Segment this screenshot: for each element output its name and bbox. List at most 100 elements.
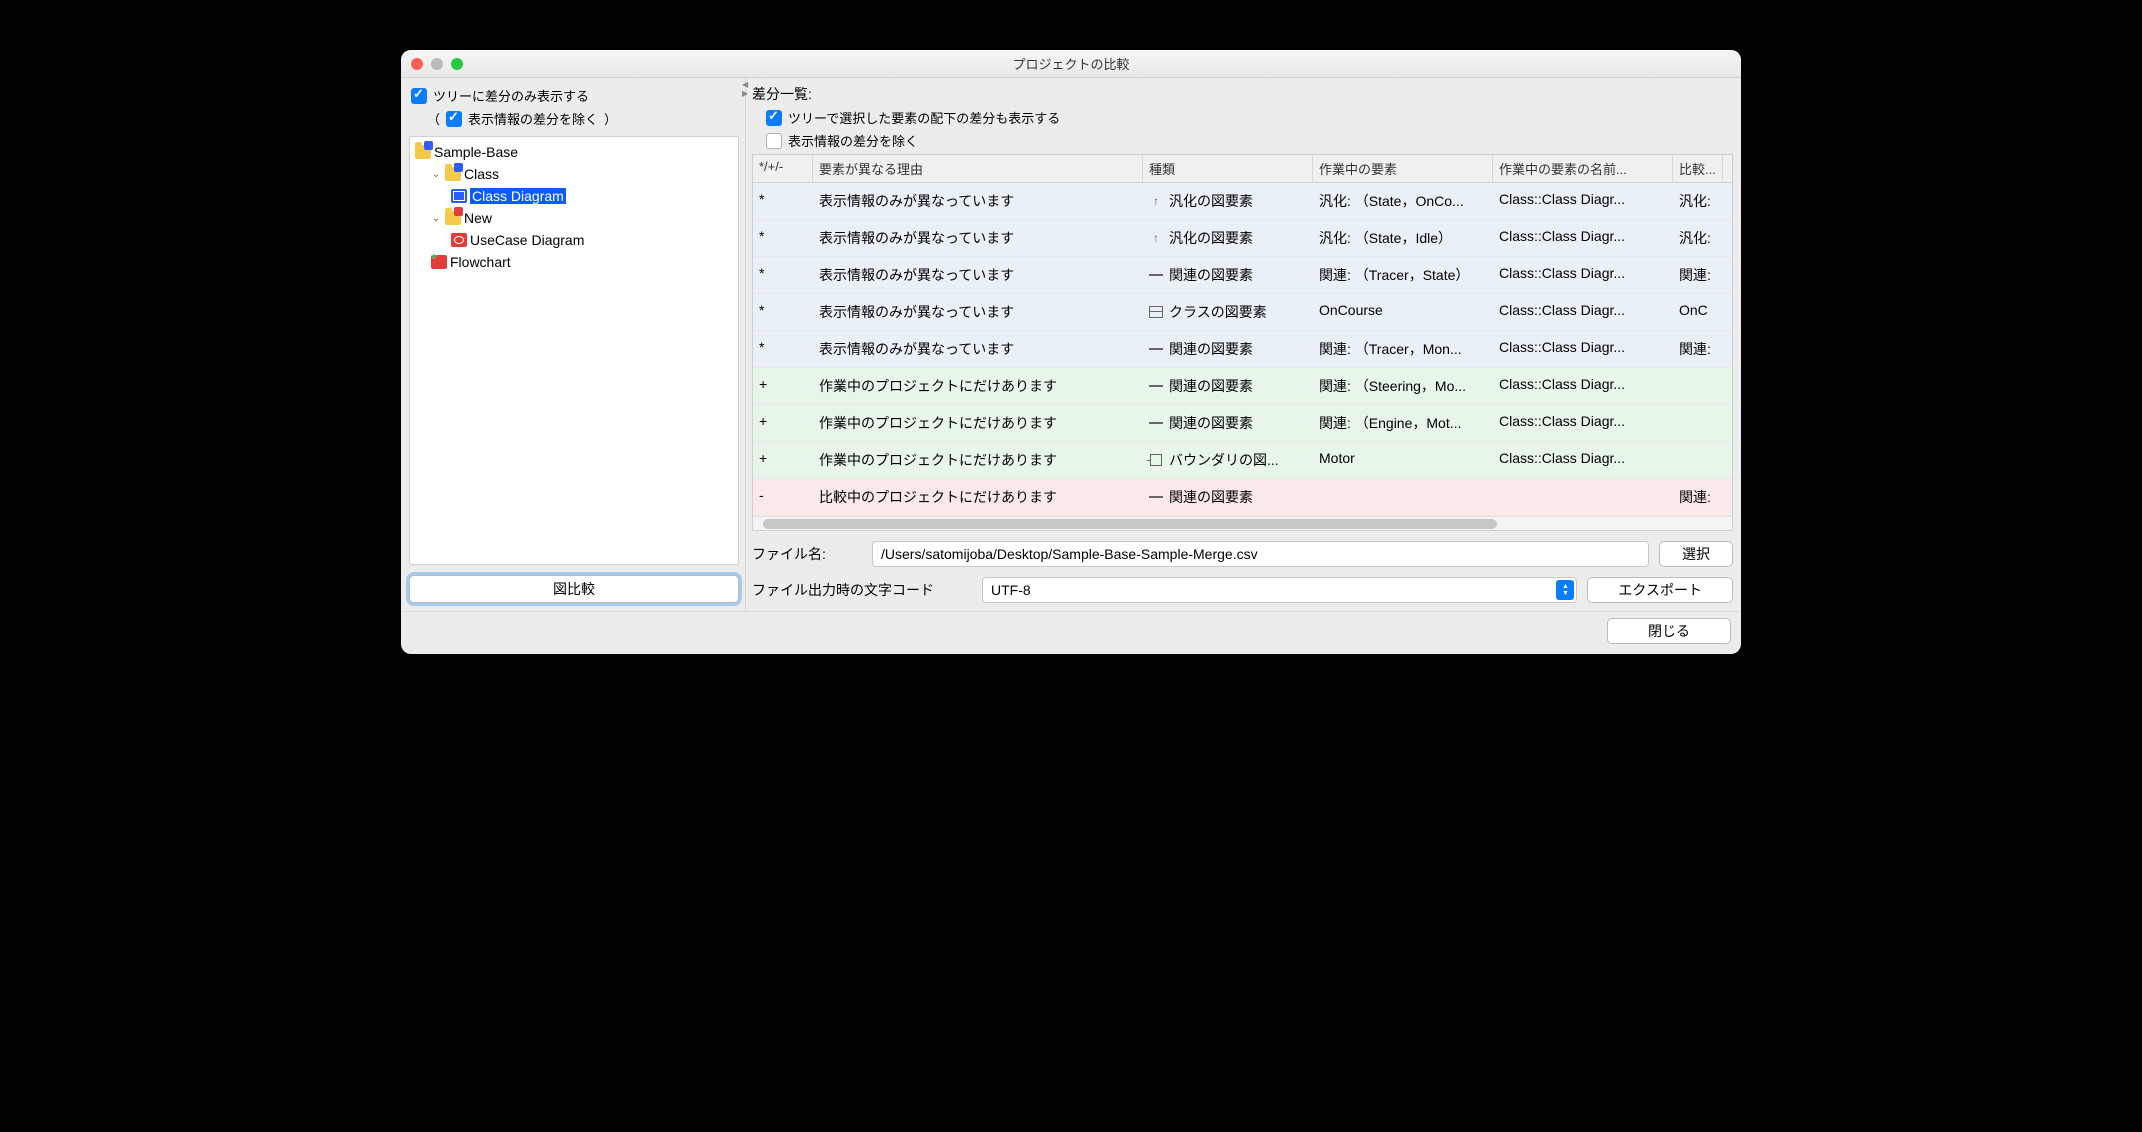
table-body[interactable]: *表示情報のみが異なっています汎化の図要素汎化: （State，OnCo...C… — [753, 183, 1732, 516]
cell-compare: OnC — [1673, 294, 1723, 330]
close-button[interactable]: 閉じる — [1607, 618, 1731, 644]
cell-reason: 作業中のプロジェクトにだけあります — [813, 368, 1143, 404]
cell-working-name: Class::Class Diagr... — [1493, 405, 1673, 441]
select-arrow-icon: ▲▼ — [1556, 580, 1574, 600]
exclude-display-diff-checkbox-right[interactable] — [766, 133, 782, 149]
cell-reason: 表示情報のみが異なっています — [813, 331, 1143, 367]
diff-list-header: 差分一覧: — [752, 84, 1733, 104]
table-row[interactable]: *表示情報のみが異なっています汎化の図要素汎化: （State，Idle）Cla… — [753, 220, 1732, 257]
table-row[interactable]: *表示情報のみが異なっています関連の図要素関連: （Tracer，Mon...C… — [753, 331, 1732, 368]
cell-compare — [1673, 368, 1723, 404]
tree-folder-class[interactable]: ⌄ Class — [410, 163, 738, 185]
cell-working: 関連: （Tracer，Mon... — [1313, 331, 1493, 367]
cell-working-name: Class::Class Diagr... — [1493, 368, 1673, 404]
paren-open: （ — [427, 109, 440, 128]
cell-kind: 汎化の図要素 — [1143, 220, 1313, 256]
cell-working: 関連: （Steering，Mo... — [1313, 368, 1493, 404]
horizontal-scrollbar[interactable] — [753, 516, 1732, 530]
cell-compare — [1673, 405, 1723, 441]
tree-root-label: Sample-Base — [434, 144, 518, 160]
diff-table: */+/- 要素が異なる理由 種類 作業中の要素 作業中の要素の名前... 比較… — [752, 154, 1733, 531]
folder-icon — [445, 211, 461, 225]
col-reason[interactable]: 要素が異なる理由 — [813, 155, 1143, 182]
class-diagram-icon — [451, 189, 467, 203]
diagram-compare-button[interactable]: 図比較 — [409, 575, 739, 603]
cell-mark: * — [753, 331, 813, 367]
cell-working: Motor — [1313, 442, 1493, 478]
cell-compare: 関連: — [1673, 331, 1723, 367]
table-row[interactable]: +作業中のプロジェクトにだけありますバウンダリの図...MotorClass::… — [753, 442, 1732, 479]
dialog-window: プロジェクトの比較 ツリーに差分のみ表示する （ 表示情報の差分を除く ） Sa… — [401, 50, 1741, 654]
cell-working-name — [1493, 479, 1673, 515]
show-diff-only-checkbox[interactable] — [411, 88, 427, 104]
table-row[interactable]: +作業中のプロジェクトにだけあります関連の図要素関連: （Engine，Mot.… — [753, 405, 1732, 442]
export-button[interactable]: エクスポート — [1587, 577, 1733, 603]
tree-folder-new-label: New — [464, 210, 492, 226]
cell-kind: バウンダリの図... — [1143, 442, 1313, 478]
exclude-display-diff-checkbox-left[interactable] — [446, 111, 462, 127]
cell-reason: 表示情報のみが異なっています — [813, 294, 1143, 330]
cell-reason: 作業中のプロジェクトにだけあります — [813, 442, 1143, 478]
cell-reason: 比較中のプロジェクトにだけあります — [813, 479, 1143, 515]
cell-mark: * — [753, 183, 813, 219]
cell-working: 汎化: （State，OnCo... — [1313, 183, 1493, 219]
cell-working: OnCourse — [1313, 294, 1493, 330]
cell-compare — [1673, 442, 1723, 478]
tree-item-class-diagram[interactable]: Class Diagram — [410, 185, 738, 207]
boundary-icon — [1149, 453, 1163, 467]
cell-working: 関連: （Engine，Mot... — [1313, 405, 1493, 441]
paren-close: ） — [604, 109, 617, 128]
tree-item-flowchart[interactable]: Flowchart — [410, 251, 738, 273]
encoding-label: ファイル出力時の文字コード — [752, 580, 972, 600]
titlebar: プロジェクトの比較 — [401, 50, 1741, 78]
encoding-select[interactable]: UTF-8 ▲▼ — [982, 577, 1577, 603]
cell-mark: * — [753, 294, 813, 330]
col-working[interactable]: 作業中の要素 — [1313, 155, 1493, 182]
file-name-label: ファイル名: — [752, 544, 862, 564]
association-icon — [1149, 490, 1163, 504]
chevron-down-icon[interactable]: ⌄ — [430, 169, 442, 180]
scrollbar-thumb[interactable] — [763, 519, 1497, 529]
cell-mark: + — [753, 368, 813, 404]
cell-kind: 関連の図要素 — [1143, 331, 1313, 367]
project-tree[interactable]: Sample-Base ⌄ Class Class Diagram ⌄ New — [409, 136, 739, 565]
splitter-handle-icon[interactable]: ◀▶ — [742, 80, 750, 90]
table-row[interactable]: *表示情報のみが異なっています汎化の図要素汎化: （State，OnCo...C… — [753, 183, 1732, 220]
cell-working-name: Class::Class Diagr... — [1493, 331, 1673, 367]
col-kind[interactable]: 種類 — [1143, 155, 1313, 182]
table-row[interactable]: -比較中のプロジェクトにだけあります関連の図要素関連: — [753, 479, 1732, 516]
generalization-icon — [1149, 194, 1163, 208]
tree-item-usecase-diagram[interactable]: UseCase Diagram — [410, 229, 738, 251]
exclude-display-diff-label-left: 表示情報の差分を除く — [468, 109, 598, 128]
cell-working-name: Class::Class Diagr... — [1493, 183, 1673, 219]
association-icon — [1149, 379, 1163, 393]
cell-working: 関連: （Tracer，State） — [1313, 257, 1493, 293]
window-title: プロジェクトの比較 — [401, 54, 1741, 73]
chevron-down-icon[interactable]: ⌄ — [430, 213, 442, 224]
table-row[interactable]: +作業中のプロジェクトにだけあります関連の図要素関連: （Steering，Mo… — [753, 368, 1732, 405]
table-row[interactable]: *表示情報のみが異なっています関連の図要素関連: （Tracer，State）C… — [753, 257, 1732, 294]
cell-kind: 関連の図要素 — [1143, 405, 1313, 441]
cell-working-name: Class::Class Diagr... — [1493, 257, 1673, 293]
cell-kind: クラスの図要素 — [1143, 294, 1313, 330]
cell-kind: 汎化の図要素 — [1143, 183, 1313, 219]
col-mark[interactable]: */+/- — [753, 155, 813, 182]
tree-folder-class-label: Class — [464, 166, 499, 182]
col-compare[interactable]: 比較... — [1673, 155, 1723, 182]
cell-compare: 関連: — [1673, 257, 1723, 293]
cell-compare: 汎化: — [1673, 220, 1723, 256]
file-path-input[interactable] — [872, 541, 1649, 567]
col-working-name[interactable]: 作業中の要素の名前... — [1493, 155, 1673, 182]
cell-mark: + — [753, 442, 813, 478]
show-subtree-diff-checkbox[interactable] — [766, 110, 782, 126]
exclude-display-diff-label-right: 表示情報の差分を除く — [788, 131, 918, 150]
table-row[interactable]: *表示情報のみが異なっていますクラスの図要素OnCourseClass::Cla… — [753, 294, 1732, 331]
class-icon — [1149, 305, 1163, 319]
choose-file-button[interactable]: 選択 — [1659, 541, 1733, 567]
cell-compare: 汎化: — [1673, 183, 1723, 219]
right-pane: ◀▶ 差分一覧: ツリーで選択した要素の配下の差分も表示する 表示情報の差分を除… — [746, 78, 1741, 611]
folder-icon — [415, 145, 431, 159]
footer: 閉じる — [401, 611, 1741, 654]
tree-root[interactable]: Sample-Base — [410, 141, 738, 163]
tree-folder-new[interactable]: ⌄ New — [410, 207, 738, 229]
